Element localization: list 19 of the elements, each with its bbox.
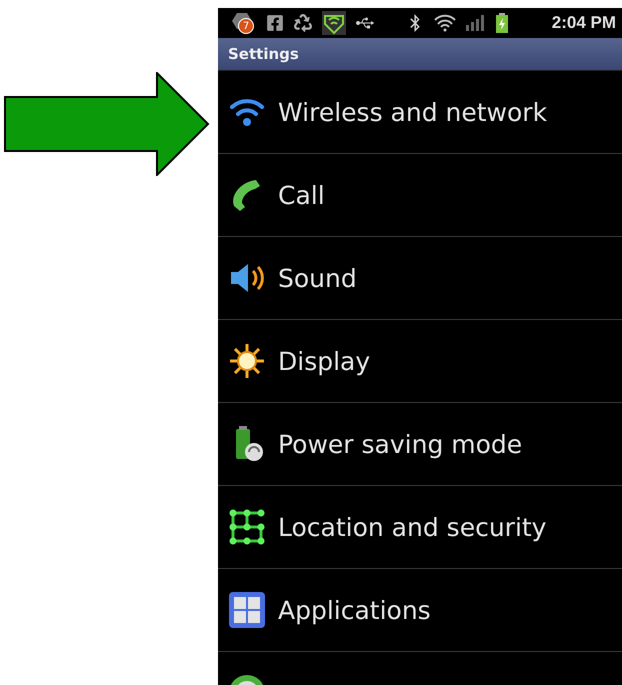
cell-signal-icon [466,15,486,31]
wifi-signal-icon [434,14,456,32]
status-time: 2:04 PM [552,13,616,33]
settings-item-label: Call [278,180,325,210]
app-grid-icon [228,591,266,629]
sun-icon [228,342,266,380]
settings-item-label: Location and security [278,512,546,542]
settings-item-label: Power saving mode [278,430,522,458]
settings-item-label: Display [278,346,370,376]
notification-count: 7 [238,18,254,34]
shield-wifi-icon [322,11,346,35]
settings-item-label: Applications [278,596,431,624]
app-logo-icon [266,14,284,32]
settings-item-label: Sound [278,264,357,292]
battery-charging-icon [496,13,508,33]
grid-pattern-icon [228,508,266,546]
recycle-icon [294,14,312,32]
settings-item-label: Wireless and network [278,98,548,126]
screen-title: Settings [228,45,299,63]
